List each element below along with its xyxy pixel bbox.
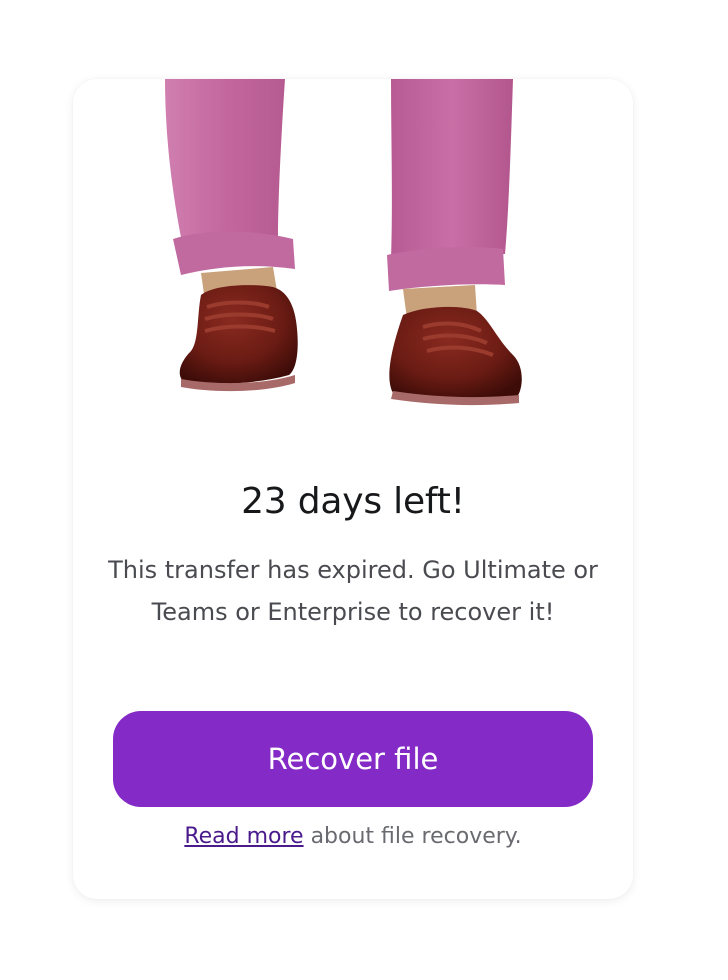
recovery-footnote: Read more about file recovery. <box>73 824 633 849</box>
days-left-title: 23 days left! <box>241 481 465 522</box>
read-more-link[interactable]: Read more <box>184 824 303 849</box>
recover-file-button[interactable]: Recover file <box>113 711 593 807</box>
left-shoe <box>179 285 298 392</box>
footnote-text: about file recovery. <box>303 824 522 849</box>
expired-description: This transfer has expired. Go Ultimate o… <box>108 556 598 626</box>
legs-shoes-illustration <box>165 79 522 406</box>
recovery-card: 23 days left! This transfer has expired.… <box>73 79 633 899</box>
right-shoe <box>389 306 522 406</box>
